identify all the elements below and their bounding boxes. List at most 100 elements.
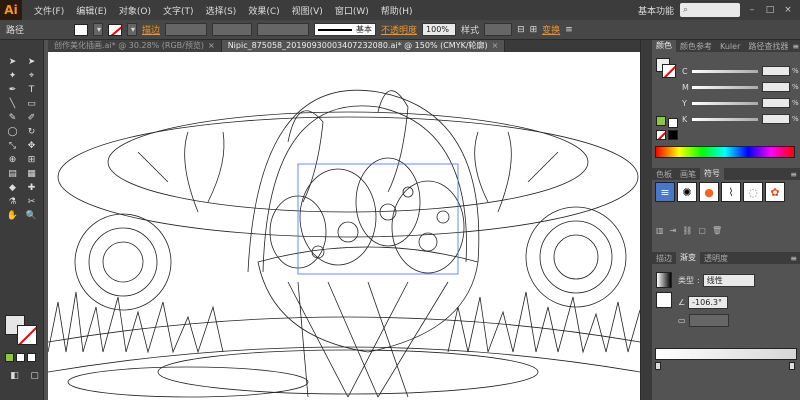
brush-dropdown[interactable] xyxy=(257,23,310,36)
stroke-dropdown[interactable]: ▾ xyxy=(127,23,138,36)
rectangle-tool-icon[interactable]: ▭ xyxy=(23,98,40,110)
free-transform-tool-icon[interactable]: ✥ xyxy=(23,140,40,152)
blob-brush-tool-icon[interactable]: ◯ xyxy=(4,126,21,138)
panel-menu-icon[interactable]: ≡ xyxy=(790,254,800,263)
place-symbol-icon[interactable]: ⇥ xyxy=(670,226,677,238)
artboard-canvas[interactable] xyxy=(48,52,640,400)
distribute-icon[interactable]: ⊞ xyxy=(530,25,538,35)
paintbrush-tool-icon[interactable]: ✎ xyxy=(4,112,21,124)
symbol-item[interactable]: ⌇ xyxy=(721,182,741,202)
close-icon[interactable]: × xyxy=(208,40,215,52)
yellow-slider[interactable] xyxy=(692,101,758,105)
color-spectrum-bar[interactable] xyxy=(655,146,795,158)
new-symbol-icon[interactable]: ▢ xyxy=(698,226,706,238)
gradient-fill-stroke[interactable] xyxy=(656,292,672,308)
align-icon[interactable]: ⊟ xyxy=(517,25,525,35)
black-slider[interactable] xyxy=(692,117,758,121)
tab-color-guide[interactable]: 颜色参考 xyxy=(676,41,716,52)
variable-width-dropdown[interactable] xyxy=(212,23,253,36)
out-of-gamut-swatch[interactable] xyxy=(656,116,666,126)
symbol-item[interactable]: ≡ xyxy=(655,182,675,202)
tab-swatches[interactable]: 色板 xyxy=(652,169,676,180)
tab-kuler[interactable]: Kuler xyxy=(716,42,744,51)
gradient-mode-button[interactable] xyxy=(16,353,25,362)
symbol-item[interactable]: ◌ xyxy=(743,182,763,202)
gradient-stop[interactable] xyxy=(655,362,661,370)
pencil-tool-icon[interactable]: ✐ xyxy=(23,112,40,124)
tab-color[interactable]: 颜色 xyxy=(652,40,676,52)
color-mode-button[interactable] xyxy=(5,353,14,362)
black-swatch[interactable] xyxy=(668,130,678,140)
menu-file[interactable]: 文件(F) xyxy=(28,4,70,17)
white-swatch[interactable] xyxy=(668,118,678,128)
tab-stroke[interactable]: 描边 xyxy=(652,253,676,264)
gradient-aspect-input[interactable] xyxy=(688,314,729,327)
symbol-item[interactable]: ✿ xyxy=(765,182,785,202)
tab-pathfinder[interactable]: 路径查找器 xyxy=(744,41,792,52)
shape-builder-tool-icon[interactable]: ⊕ xyxy=(4,154,21,166)
panel-menu-icon[interactable]: ≡ xyxy=(792,42,800,51)
draw-mode-icon[interactable]: ◧ xyxy=(6,370,23,382)
type-tool-icon[interactable]: T xyxy=(23,84,40,96)
menu-window[interactable]: 窗口(W) xyxy=(329,4,375,17)
magic-wand-tool-icon[interactable]: ✦ xyxy=(4,70,21,82)
magenta-slider[interactable] xyxy=(692,85,758,89)
selection-tool-icon[interactable]: ➤ xyxy=(4,56,21,68)
panel-menu-icon[interactable]: ≡ xyxy=(565,25,573,35)
pen-tool-icon[interactable]: ✒ xyxy=(4,84,21,96)
mesh-tool-icon[interactable]: ▤ xyxy=(4,168,21,180)
symbol-item[interactable]: ✺ xyxy=(677,182,697,202)
blend-tool-icon[interactable]: ✚ xyxy=(23,182,40,194)
fill-swatch[interactable] xyxy=(74,23,89,36)
black-input[interactable] xyxy=(762,114,790,124)
symbol-sprayer-tool-icon[interactable]: ⚗ xyxy=(4,196,21,208)
line-tool-icon[interactable]: ╲ xyxy=(4,98,21,110)
tab-symbols[interactable]: 符号 xyxy=(700,168,724,180)
tab-brushes[interactable]: 画笔 xyxy=(676,169,700,180)
workspace-switcher[interactable]: 基本功能 xyxy=(638,4,674,17)
tab-document-2[interactable]: Nipic_875058_20190930003407232080.ai* @ … xyxy=(221,40,506,52)
hand-tool-icon[interactable]: ✋ xyxy=(4,210,21,222)
zoom-tool-icon[interactable]: 🔍 xyxy=(23,210,40,222)
stroke-weight-field[interactable] xyxy=(165,23,208,36)
gradient-angle-input[interactable]: -106.3° xyxy=(688,296,729,309)
eyedropper-tool-icon[interactable]: ◆ xyxy=(4,182,21,194)
menu-object[interactable]: 对象(O) xyxy=(113,4,157,17)
close-button[interactable]: × xyxy=(782,4,794,16)
perspective-grid-tool-icon[interactable]: ⊞ xyxy=(23,154,40,166)
stroke-label[interactable]: 描边 xyxy=(142,23,160,36)
help-search-input[interactable]: ⌕ xyxy=(680,3,740,17)
menu-help[interactable]: 帮助(H) xyxy=(375,4,419,17)
menu-select[interactable]: 选择(S) xyxy=(200,4,243,17)
panel-menu-icon[interactable]: ≡ xyxy=(790,170,800,179)
screen-mode-icon[interactable]: ▢ xyxy=(26,370,43,382)
close-icon[interactable]: × xyxy=(492,40,499,52)
scale-tool-icon[interactable]: ⤡ xyxy=(4,140,21,152)
gradient-stop[interactable] xyxy=(789,362,795,370)
delete-icon[interactable]: 🗑 xyxy=(712,226,722,238)
gradient-type-dropdown[interactable]: 线性 xyxy=(702,274,755,287)
break-link-icon[interactable]: ⛓ xyxy=(682,226,692,238)
cyan-input[interactable] xyxy=(762,66,790,76)
fill-dropdown[interactable]: ▾ xyxy=(93,23,104,36)
minimize-button[interactable]: – xyxy=(746,4,758,16)
menu-effect[interactable]: 效果(C) xyxy=(242,4,285,17)
gradient-thumbnail[interactable] xyxy=(656,272,672,288)
stroke-color-box[interactable] xyxy=(662,64,676,78)
symbol-library-icon[interactable]: ▥ xyxy=(656,226,664,238)
symbol-item[interactable]: ● xyxy=(699,182,719,202)
stroke-swatch[interactable] xyxy=(108,23,123,36)
gradient-tool-icon[interactable]: ▦ xyxy=(23,168,40,180)
scissors-tool-icon[interactable]: ✂ xyxy=(23,196,40,208)
opacity-input[interactable]: 100% xyxy=(422,23,457,36)
yellow-input[interactable] xyxy=(762,98,790,108)
maximize-button[interactable]: □ xyxy=(764,4,776,16)
gradient-slider-bar[interactable] xyxy=(655,348,797,360)
menu-view[interactable]: 视图(V) xyxy=(286,4,329,17)
rotate-tool-icon[interactable]: ↻ xyxy=(23,126,40,138)
transform-label[interactable]: 变换 xyxy=(542,23,560,36)
opacity-label[interactable]: 不透明度 xyxy=(381,23,417,36)
stroke-color-box[interactable] xyxy=(17,325,37,345)
stroke-profile-dropdown[interactable]: 基本 xyxy=(314,23,377,36)
tab-gradient[interactable]: 渐变 xyxy=(676,252,700,264)
